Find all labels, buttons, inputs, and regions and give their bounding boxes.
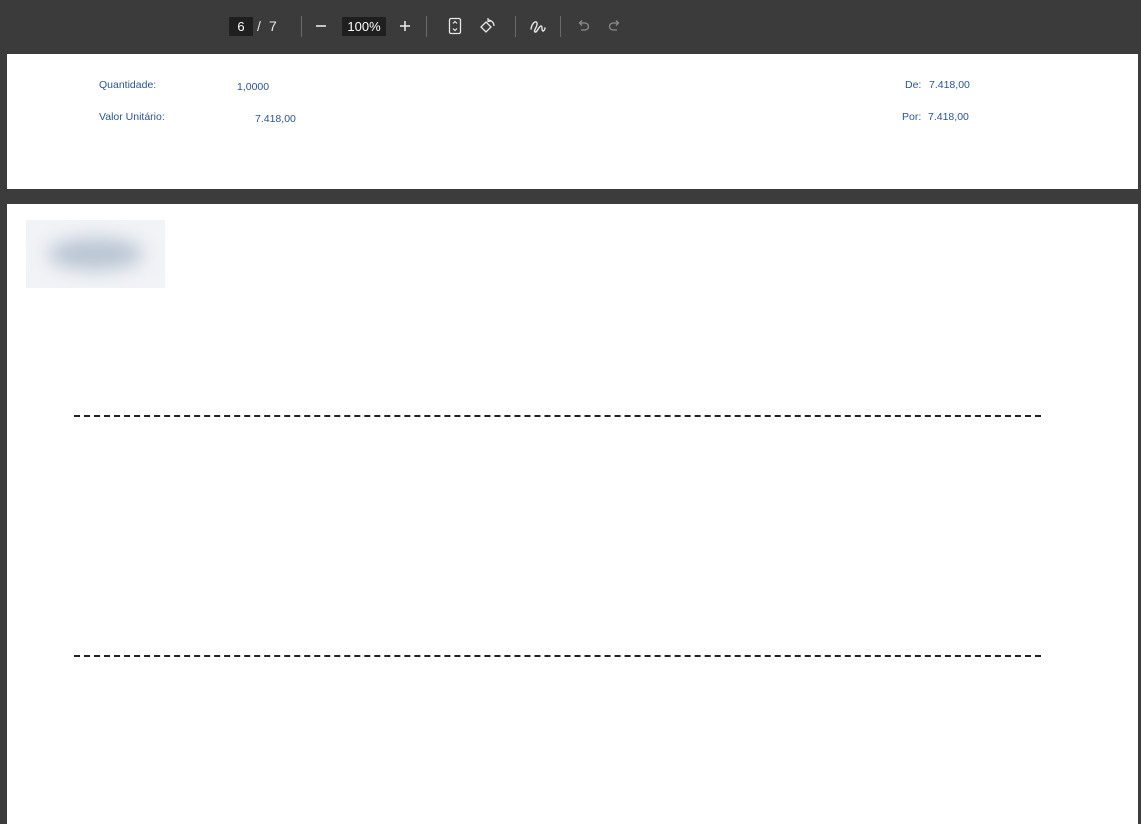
por-label: Por: xyxy=(902,111,922,123)
valor-unitario-value: 7.418,00 xyxy=(255,113,296,125)
zoom-level-input[interactable]: 100% xyxy=(342,17,386,36)
toolbar-divider xyxy=(515,16,516,37)
por-value: 7.418,00 xyxy=(928,111,969,123)
undo-button[interactable] xyxy=(570,13,596,39)
draw-icon xyxy=(530,21,546,33)
page-number-input[interactable]: 6 xyxy=(229,17,253,36)
page-total: 7 xyxy=(269,18,277,34)
toolbar-divider xyxy=(301,16,302,37)
quantidade-value: 1,0000 xyxy=(237,81,270,93)
document-page-6: Quantidade: 1,0000 Valor Unitário: 7.418… xyxy=(7,54,1138,189)
rotate-icon xyxy=(480,18,495,33)
zoom-out-button[interactable] xyxy=(308,13,334,39)
plus-icon xyxy=(400,21,410,31)
page-separator: / xyxy=(257,18,261,34)
pdf-toolbar: 6 / 7 100% xyxy=(0,0,1141,54)
company-logo xyxy=(26,220,165,288)
dashed-separator xyxy=(74,655,1041,657)
valor-unitario-label: Valor Unitário: xyxy=(99,111,165,123)
draw-button[interactable] xyxy=(525,13,551,39)
redo-icon xyxy=(608,20,620,31)
fit-page-icon xyxy=(448,17,462,35)
minus-icon xyxy=(316,25,326,27)
de-value: 7.418,00 xyxy=(929,79,970,91)
de-label: De: xyxy=(905,79,922,91)
toolbar-divider xyxy=(426,16,427,37)
redo-button[interactable] xyxy=(602,13,628,39)
dashed-separator xyxy=(74,415,1041,417)
undo-icon xyxy=(578,20,590,31)
quantidade-label: Quantidade: xyxy=(99,79,157,91)
toolbar-divider xyxy=(560,16,561,37)
zoom-in-button[interactable] xyxy=(392,13,418,39)
document-page-7 xyxy=(7,204,1138,824)
logo-blur-shape xyxy=(48,238,143,270)
rotate-button[interactable] xyxy=(474,13,500,39)
fit-page-button[interactable] xyxy=(442,13,468,39)
